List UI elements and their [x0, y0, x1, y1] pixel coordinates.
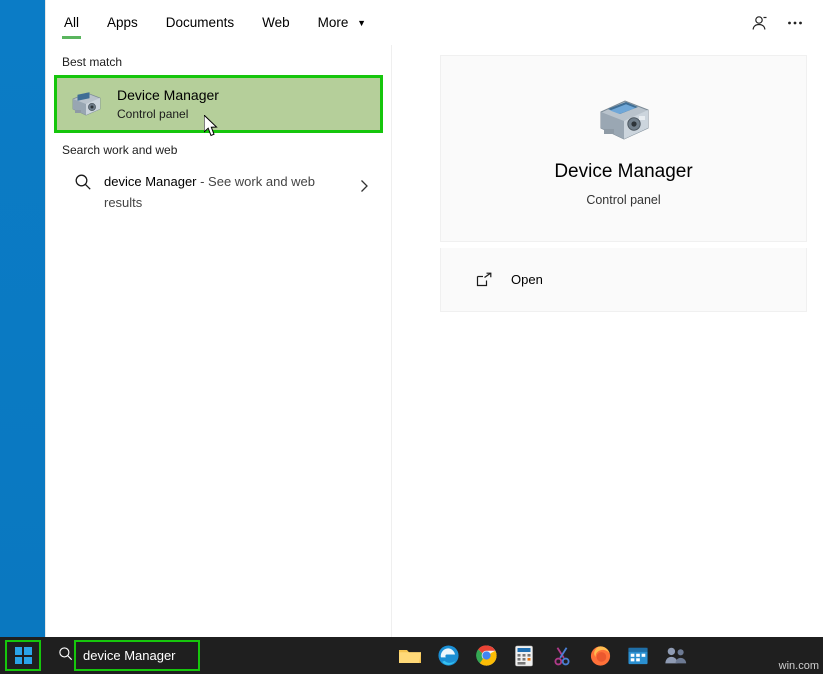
taskbar-search-box[interactable]: device Manager [46, 637, 396, 674]
tab-all-label: All [64, 14, 80, 30]
desktop-background [0, 0, 46, 637]
calculator-icon[interactable] [512, 644, 536, 668]
mozilla-firefox-icon[interactable] [588, 644, 612, 668]
start-button-highlight [5, 640, 41, 671]
taskbar: device Manager win.com [0, 637, 823, 674]
taskbar-credit-text: win.com [778, 660, 819, 672]
search-flyout-panel: All Apps Documents Web More ▼ Best match… [46, 0, 823, 637]
start-button[interactable] [0, 637, 46, 674]
calendar-icon[interactable] [626, 644, 650, 668]
chevron-right-icon[interactable] [360, 179, 369, 196]
preview-title: Device Manager [554, 161, 693, 182]
search-toolbar-right [741, 0, 813, 45]
open-action-button[interactable]: Open [473, 271, 543, 289]
tab-apps[interactable]: Apps [105, 3, 140, 43]
tab-web[interactable]: Web [260, 3, 292, 43]
tab-more[interactable]: More ▼ [316, 3, 368, 43]
search-results-column: Best match Device Manager Control panel … [46, 45, 391, 637]
microsoft-edge-icon[interactable] [436, 644, 460, 668]
file-explorer-icon[interactable] [398, 644, 422, 668]
open-action-label: Open [511, 272, 543, 287]
search-icon [58, 646, 73, 666]
taskbar-search-input[interactable]: device Manager [83, 648, 176, 663]
web-result-query: device Manager [104, 174, 197, 189]
best-match-header: Best match [62, 55, 123, 69]
search-filter-bar: All Apps Documents Web More ▼ [46, 0, 823, 45]
account-icon[interactable] [741, 5, 777, 41]
snipping-tool-icon[interactable] [550, 644, 574, 668]
google-chrome-icon[interactable] [474, 644, 498, 668]
ellipsis-icon[interactable] [777, 5, 813, 41]
taskbar-app-icons [398, 637, 688, 674]
web-search-header: Search work and web [62, 143, 178, 157]
device-manager-icon [67, 85, 105, 123]
screen: All Apps Documents Web More ▼ Best match… [0, 0, 823, 674]
search-icon [70, 171, 96, 191]
open-icon [473, 271, 495, 289]
device-manager-icon [593, 90, 655, 148]
tab-all[interactable]: All [62, 3, 82, 43]
result-text-block: Device Manager Control panel [117, 87, 219, 122]
preview-card: Device Manager Control panel [440, 55, 807, 242]
result-item-web-search[interactable]: device Manager - See work and web result… [54, 163, 383, 225]
result-item-device-manager[interactable]: Device Manager Control panel [54, 75, 383, 133]
preview-pane: Device Manager Control panel Open [391, 45, 823, 637]
chevron-down-icon: ▼ [357, 17, 367, 28]
tab-more-label: More [317, 14, 349, 30]
teams-icon[interactable] [664, 644, 688, 668]
result-subtitle: Control panel [117, 106, 189, 121]
tab-apps-label: Apps [107, 14, 138, 30]
result-title: Device Manager [117, 86, 219, 103]
tab-documents[interactable]: Documents [164, 3, 236, 43]
web-result-text: device Manager - See work and web result… [104, 171, 344, 213]
preview-subtitle: Control panel [586, 193, 661, 207]
preview-actions: Open [440, 248, 807, 312]
tab-documents-label: Documents [165, 14, 235, 30]
tab-web-label: Web [262, 14, 290, 30]
